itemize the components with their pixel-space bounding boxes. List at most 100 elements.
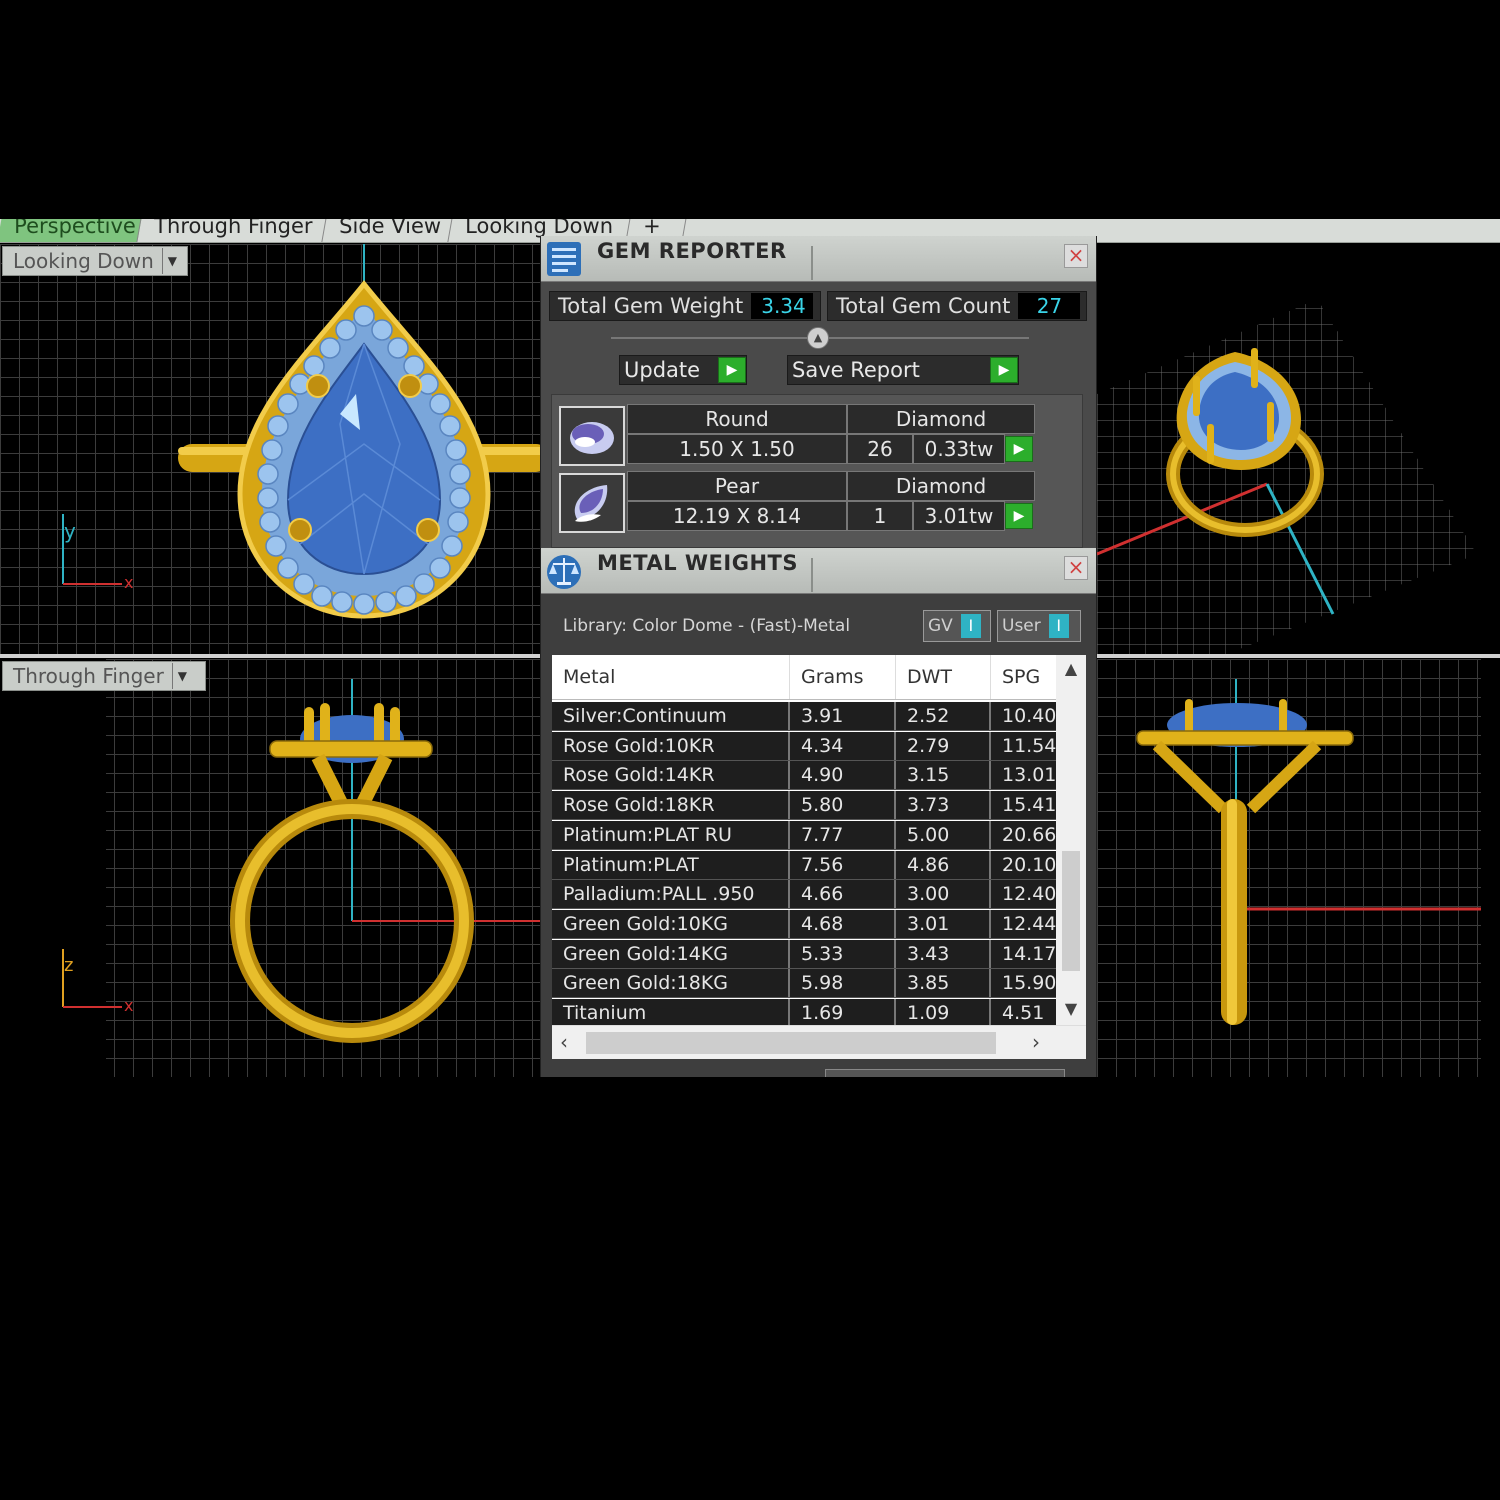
table-cell: Rose Gold:18KR <box>552 791 790 820</box>
table-cell: 7.77 <box>790 820 896 849</box>
table-row[interactable]: Palladium:PALL .950 4.66 3.00 12.40 <box>552 880 1056 910</box>
viewport-looking-down[interactable]: y x Looking Down ▼ <box>0 244 540 654</box>
metal-weights-header[interactable]: METAL WEIGHTS × <box>541 548 1096 594</box>
viewport-view-selector[interactable]: Looking Down ▼ <box>2 246 188 276</box>
viewport-view-selector[interactable]: Through Finger ▼ <box>2 661 206 691</box>
gem-material: Diamond <box>847 471 1035 501</box>
close-icon[interactable]: × <box>1064 244 1088 268</box>
halo-stone <box>261 439 283 461</box>
tab-side-view[interactable]: Side View <box>322 219 454 242</box>
tab-through-finger[interactable]: Through Finger <box>137 219 328 242</box>
table-row[interactable]: Rose Gold:14KR 4.90 3.15 13.01 <box>552 761 1056 791</box>
x-axis-label: x <box>124 996 133 1015</box>
column-header[interactable]: SPG <box>991 655 1056 699</box>
collapse-icon[interactable]: ▲ <box>807 327 829 349</box>
table-row[interactable]: Rose Gold:18KR 5.80 3.73 15.41 <box>552 791 1056 821</box>
total-gem-weight-value: 3.34 <box>751 293 814 319</box>
table-cell: Platinum:PLAT RU <box>552 820 790 849</box>
gem-weight: 3.01tw <box>913 501 1005 531</box>
scale-icon <box>547 555 581 589</box>
halo-stone <box>429 393 451 415</box>
metal-weights-table: Metal Grams DWT SPG Silver:Continuum 3.91… <box>552 655 1086 1059</box>
gem-shape: Round <box>627 404 847 434</box>
gem-reporter-header[interactable]: GEM REPORTER × <box>541 236 1096 282</box>
halo-stone <box>311 585 333 607</box>
scrollbar-thumb[interactable] <box>586 1032 996 1054</box>
play-icon: ▶ <box>718 357 746 383</box>
z-axis-label: z <box>64 955 73 976</box>
table-row[interactable]: Platinum:PLAT 7.56 4.86 20.10 <box>552 850 1056 880</box>
chevron-left-icon[interactable]: ‹ <box>560 1030 568 1054</box>
viewport-divider[interactable] <box>0 654 540 658</box>
halo-stone <box>257 487 279 509</box>
ring-top-view: y x <box>62 244 540 619</box>
total-gem-weight: Total Gem Weight 3.34 <box>549 291 821 321</box>
save-report-button[interactable]: Save Report ▶ <box>787 355 1019 385</box>
gem-row[interactable]: Round Diamond 1.50 X 1.50 26 0.33tw ▶ <box>557 404 1079 470</box>
table-cell: 3.91 <box>790 702 896 730</box>
table-cell: 4.68 <box>790 909 896 938</box>
halo-stone <box>447 511 469 533</box>
halo-stone <box>353 305 375 327</box>
table-cell: 3.43 <box>896 939 991 968</box>
halo-stone <box>403 355 425 377</box>
halo-stone <box>413 573 435 595</box>
horizontal-scrollbar[interactable]: ‹ › <box>552 1025 1086 1059</box>
table-cell: Palladium:PALL .950 <box>552 880 790 909</box>
halo-stone <box>267 415 289 437</box>
table-cell: Silver:Continuum <box>552 702 790 730</box>
play-icon[interactable]: ▶ <box>1005 503 1033 529</box>
table-cell: 2.79 <box>896 731 991 760</box>
scrollbar-thumb[interactable] <box>1062 851 1080 971</box>
table-cell: 10.40 <box>1002 705 1056 727</box>
chevron-up-icon[interactable]: ▲ <box>1056 659 1086 681</box>
table-row[interactable]: Silver:Continuum 3.91 2.52 10.40 <box>552 702 1056 731</box>
halo-stone <box>265 535 287 557</box>
viewport-through-finger[interactable]: z x Through Finger ▼ <box>0 659 540 1077</box>
gv-toggle[interactable]: GV I <box>923 610 991 642</box>
gem-row[interactable]: Pear Diamond 12.19 X 8.14 1 3.01tw ▶ <box>557 471 1079 537</box>
chevron-down-icon[interactable]: ▼ <box>1056 999 1086 1021</box>
halo-stone <box>335 319 357 341</box>
column-header[interactable]: DWT <box>896 655 991 699</box>
user-toggle[interactable]: User I <box>997 610 1081 642</box>
table-cell: 7.56 <box>790 850 896 879</box>
table-cell: 4.66 <box>790 880 896 909</box>
table-cell: 11.54 <box>1002 734 1056 757</box>
table-cell: 1.69 <box>790 999 896 1027</box>
table-cell: 3.00 <box>896 880 991 909</box>
table-row[interactable]: Platinum:PLAT RU 7.77 5.00 20.66 <box>552 820 1056 850</box>
chevron-right-icon[interactable]: › <box>1032 1030 1040 1054</box>
table-row[interactable]: Green Gold:18KG 5.98 3.85 15.90 <box>552 969 1056 999</box>
table-cell: Green Gold:18KG <box>552 969 790 998</box>
tab-perspective[interactable]: Perspective <box>0 219 143 242</box>
table-row[interactable]: Rose Gold:10KR 4.34 2.79 11.54 <box>552 731 1056 761</box>
table-cell: 3.73 <box>896 791 991 820</box>
halo-stone <box>319 337 341 359</box>
viewport-divider[interactable] <box>1097 654 1500 658</box>
column-header[interactable]: Metal <box>552 655 790 699</box>
table-row[interactable]: Green Gold:14KG 5.33 3.43 14.17 <box>552 939 1056 969</box>
vertical-scrollbar[interactable]: ▲ ▼ <box>1056 655 1086 1025</box>
viewport-side-view[interactable] <box>1097 659 1500 1077</box>
toggle-knob-icon: I <box>1048 614 1069 638</box>
column-header[interactable]: Grams <box>790 655 896 699</box>
table-cell: 4.90 <box>790 761 896 790</box>
halo-stone <box>429 557 451 579</box>
table-row[interactable]: Green Gold:10KG 4.68 3.01 12.44 <box>552 909 1056 939</box>
viewport-perspective[interactable] <box>1097 244 1500 654</box>
close-icon[interactable]: × <box>1064 556 1088 580</box>
chevron-down-icon: ▼ <box>161 248 182 274</box>
table-row[interactable]: Titanium 1.69 1.09 4.51 <box>552 999 1056 1028</box>
update-button[interactable]: Update ▶ <box>619 355 747 385</box>
table-cell: 15.41 <box>1002 794 1056 817</box>
gem-count: 26 <box>847 434 913 464</box>
ring-perspective-view <box>1097 299 1477 654</box>
table-cell: Titanium <box>552 999 790 1027</box>
gem-material: Diamond <box>847 404 1035 434</box>
halo-stone <box>371 319 393 341</box>
halo-stone <box>441 535 463 557</box>
halo-stone <box>293 573 315 595</box>
panel-title: METAL WEIGHTS <box>597 551 798 575</box>
play-icon[interactable]: ▶ <box>1005 436 1033 462</box>
